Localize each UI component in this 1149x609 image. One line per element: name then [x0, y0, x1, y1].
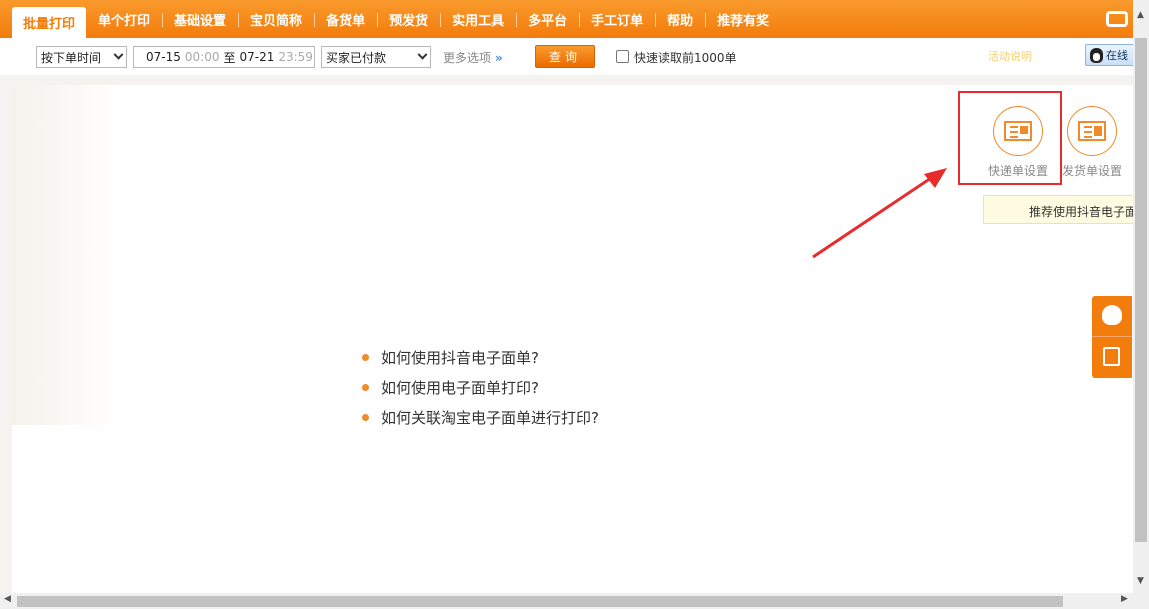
qq-penguin-icon: [1090, 47, 1103, 63]
side-float-bar: [1092, 296, 1132, 378]
bullet-icon: [362, 353, 369, 361]
tab-multi-platform[interactable]: 多平台: [516, 0, 579, 38]
date-end: 07-21: [239, 50, 275, 64]
filter-bar: 按下单时间 07-15 00:00 至 07-21 23:59 买家已付款 更多…: [0, 38, 1149, 75]
bullet-icon: [362, 413, 369, 421]
date-separator: 至: [223, 50, 236, 65]
tab-tools[interactable]: 实用工具: [440, 0, 516, 38]
main-tabs: 批量打印 单个打印 基础设置 宝贝简称 备货单 预发货 实用工具 多平台 手工订…: [12, 0, 781, 38]
bullet-icon: [362, 383, 369, 391]
side-divider: [1092, 336, 1132, 337]
logo-icon: [1105, 11, 1128, 27]
help-link-taobao-waybill[interactable]: 如何关联淘宝电子面单进行打印?: [362, 402, 599, 432]
help-link-douyin-waybill[interactable]: 如何使用抖音电子面单?: [362, 342, 599, 372]
date-start: 07-15: [146, 50, 181, 64]
feedback-icon[interactable]: [1103, 347, 1120, 366]
date-range-input[interactable]: 07-15 00:00 至 07-21 23:59: [133, 46, 315, 68]
tab-pre-ship[interactable]: 预发货: [377, 0, 440, 38]
help-link-text: 如何使用抖音电子面单?: [381, 348, 539, 367]
fast-read-label[interactable]: 快速读取前1000单: [634, 49, 737, 66]
promo-link[interactable]: 活动说明: [988, 48, 1032, 64]
query-button[interactable]: 查询: [535, 45, 595, 68]
help-link-text: 如何关联淘宝电子面单进行打印?: [381, 408, 599, 427]
chevron-down-icon: [113, 49, 124, 60]
delivery-settings-button[interactable]: 发货单设置: [1057, 106, 1127, 179]
time-end: 23:59: [278, 50, 313, 64]
top-nav: 批量打印 单个打印 基础设置 宝贝简称 备货单 预发货 实用工具 多平台 手工订…: [0, 0, 1149, 38]
tab-basic-settings[interactable]: 基础设置: [162, 0, 238, 38]
tab-stock-list[interactable]: 备货单: [314, 0, 377, 38]
highlight-box: [958, 91, 1062, 185]
vertical-scroll-thumb[interactable]: [1135, 38, 1147, 542]
fast-read-checkbox[interactable]: [616, 50, 629, 63]
more-options-link[interactable]: 更多选项»: [443, 49, 503, 66]
time-type-value: 按下单时间: [41, 50, 102, 65]
recommend-tooltip: 推荐使用抖音电子面单: [983, 195, 1149, 224]
chevron-down-icon: [417, 49, 428, 60]
order-status-select[interactable]: 买家已付款: [321, 46, 431, 68]
scroll-left-icon[interactable]: ◀: [4, 594, 11, 604]
tab-item-shortname[interactable]: 宝贝简称: [238, 0, 314, 38]
help-list: 如何使用抖音电子面单? 如何使用电子面单打印? 如何关联淘宝电子面单进行打印?: [362, 342, 599, 432]
online-label: 在线: [1106, 49, 1128, 62]
scroll-right-icon[interactable]: ▶: [1121, 594, 1128, 604]
more-options-label: 更多选项: [443, 51, 492, 65]
horizontal-scroll-thumb[interactable]: [17, 596, 1063, 607]
order-status-value: 买家已付款: [326, 50, 387, 65]
scroll-down-icon[interactable]: ▼: [1137, 576, 1144, 586]
help-link-text: 如何使用电子面单打印?: [381, 378, 539, 397]
time-start: 00:00: [184, 50, 220, 64]
tab-referral[interactable]: 推荐有奖: [705, 0, 781, 38]
tab-manual-order[interactable]: 手工订单: [579, 0, 655, 38]
time-type-select[interactable]: 按下单时间: [36, 46, 127, 68]
annotation-arrow: [812, 168, 947, 259]
scroll-up-icon[interactable]: ▲: [1137, 10, 1144, 20]
double-chevron-icon: »: [495, 51, 503, 65]
help-link-e-waybill-print[interactable]: 如何使用电子面单打印?: [362, 372, 599, 402]
tab-single-print[interactable]: 单个打印: [86, 0, 162, 38]
customer-service-icon[interactable]: [1102, 305, 1122, 325]
tab-help[interactable]: 帮助: [655, 0, 705, 38]
delivery-settings-label: 发货单设置: [1061, 164, 1122, 178]
tab-batch-print[interactable]: 批量打印: [12, 7, 87, 38]
delivery-note-icon: [1067, 106, 1117, 156]
